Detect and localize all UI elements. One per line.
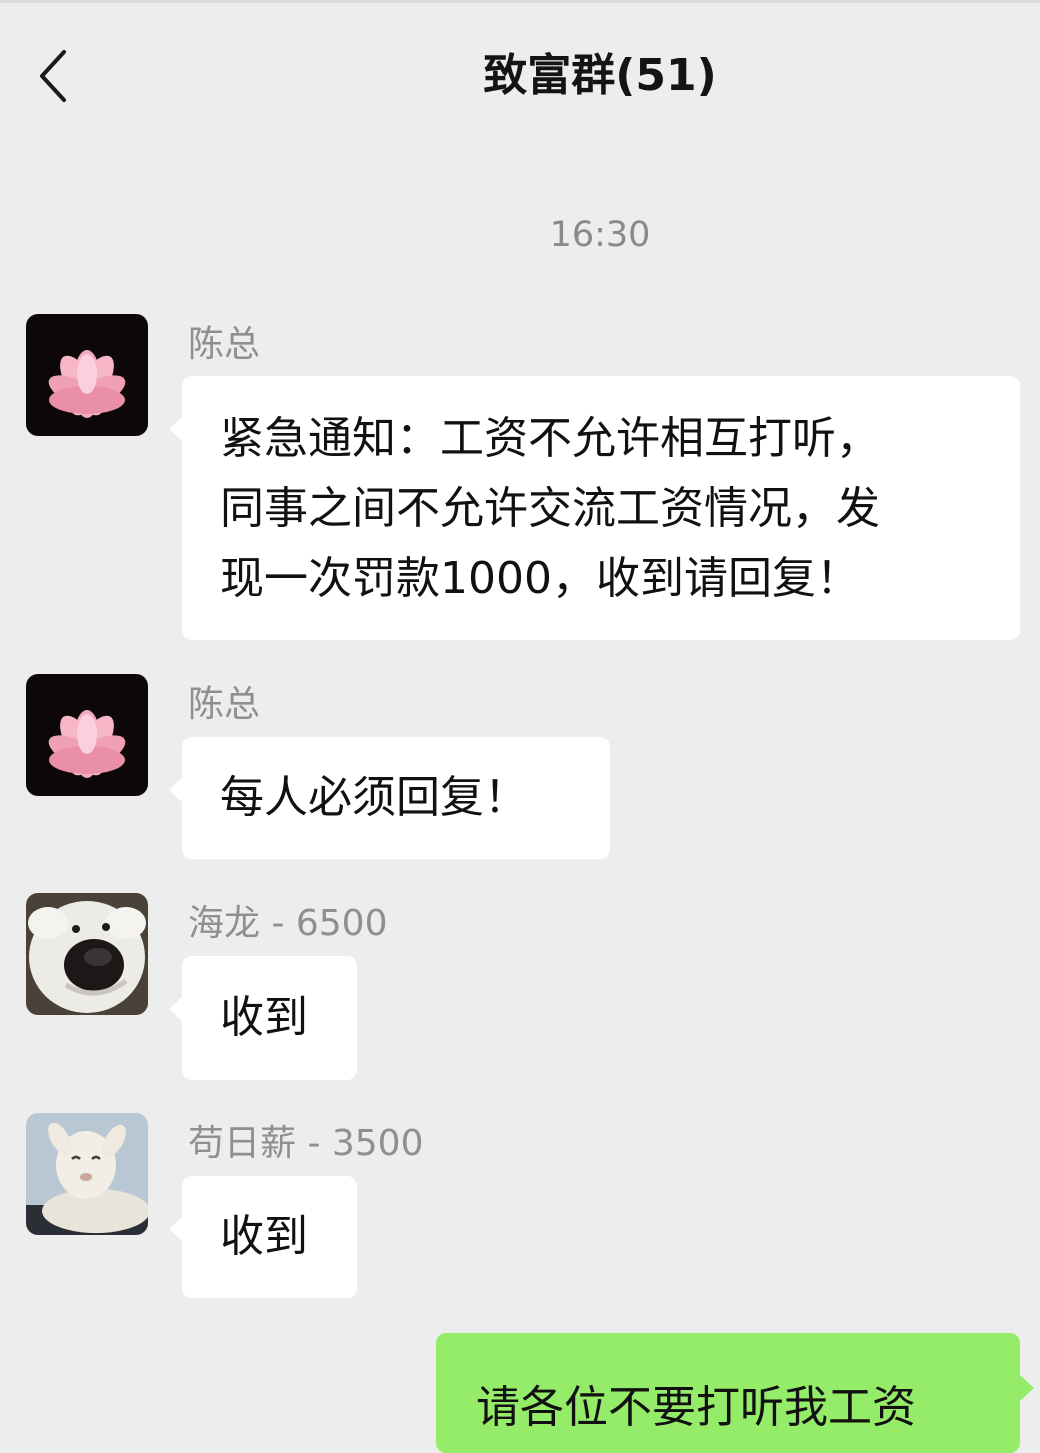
sender-name: 海龙 - 6500 — [188, 903, 388, 944]
sender-name: 陈总 — [188, 684, 261, 725]
outgoing-message-text: 请各位不要打听我工资 — [476, 1382, 916, 1433]
lotus-flower-avatar — [26, 314, 148, 436]
chevron-left-icon — [40, 50, 66, 102]
message-text: 收到 — [220, 992, 308, 1043]
message-bubble[interactable]: 收到 — [169, 1176, 357, 1298]
sender-name: 苟日薪 - 3500 — [188, 1123, 424, 1164]
avatar-chen-zong[interactable] — [26, 674, 148, 796]
dog-face-avatar — [26, 893, 148, 1015]
avatar-chen-zong[interactable] — [26, 314, 148, 436]
avatar-gou-ri-xin[interactable] — [26, 1113, 148, 1235]
message-text: 每人必须回复！ — [220, 772, 528, 823]
lamb-avatar — [26, 1113, 148, 1235]
chat-header: 致富群(51) — [0, 0, 1040, 150]
message-bubble[interactable]: 每人必须回复！ — [169, 737, 610, 859]
lotus-flower-avatar — [26, 674, 148, 796]
back-button[interactable] — [24, 44, 84, 108]
message-bubble[interactable]: 紧急通知：工资不允许相互打听， 同事之间不允许交流工资情况，发 现一次罚款100… — [169, 376, 1020, 640]
message-line: 现一次罚款1000，收到请回复！ — [220, 553, 860, 604]
chat-title: 致富群(51) — [483, 50, 717, 101]
sender-name: 陈总 — [188, 324, 261, 365]
message-timestamp: 16:30 — [549, 215, 651, 255]
avatar-hai-long[interactable] — [26, 893, 148, 1015]
outgoing-message-bubble[interactable]: 请各位不要打听我工资 — [436, 1333, 1020, 1453]
message-bubble[interactable]: 收到 — [169, 956, 357, 1080]
message-text: 收到 — [220, 1211, 308, 1262]
message-line: 紧急通知：工资不允许相互打听， — [220, 413, 880, 464]
outgoing-bubble-tail — [1020, 1375, 1034, 1401]
message-line: 同事之间不允许交流工资情况，发 — [220, 483, 880, 534]
